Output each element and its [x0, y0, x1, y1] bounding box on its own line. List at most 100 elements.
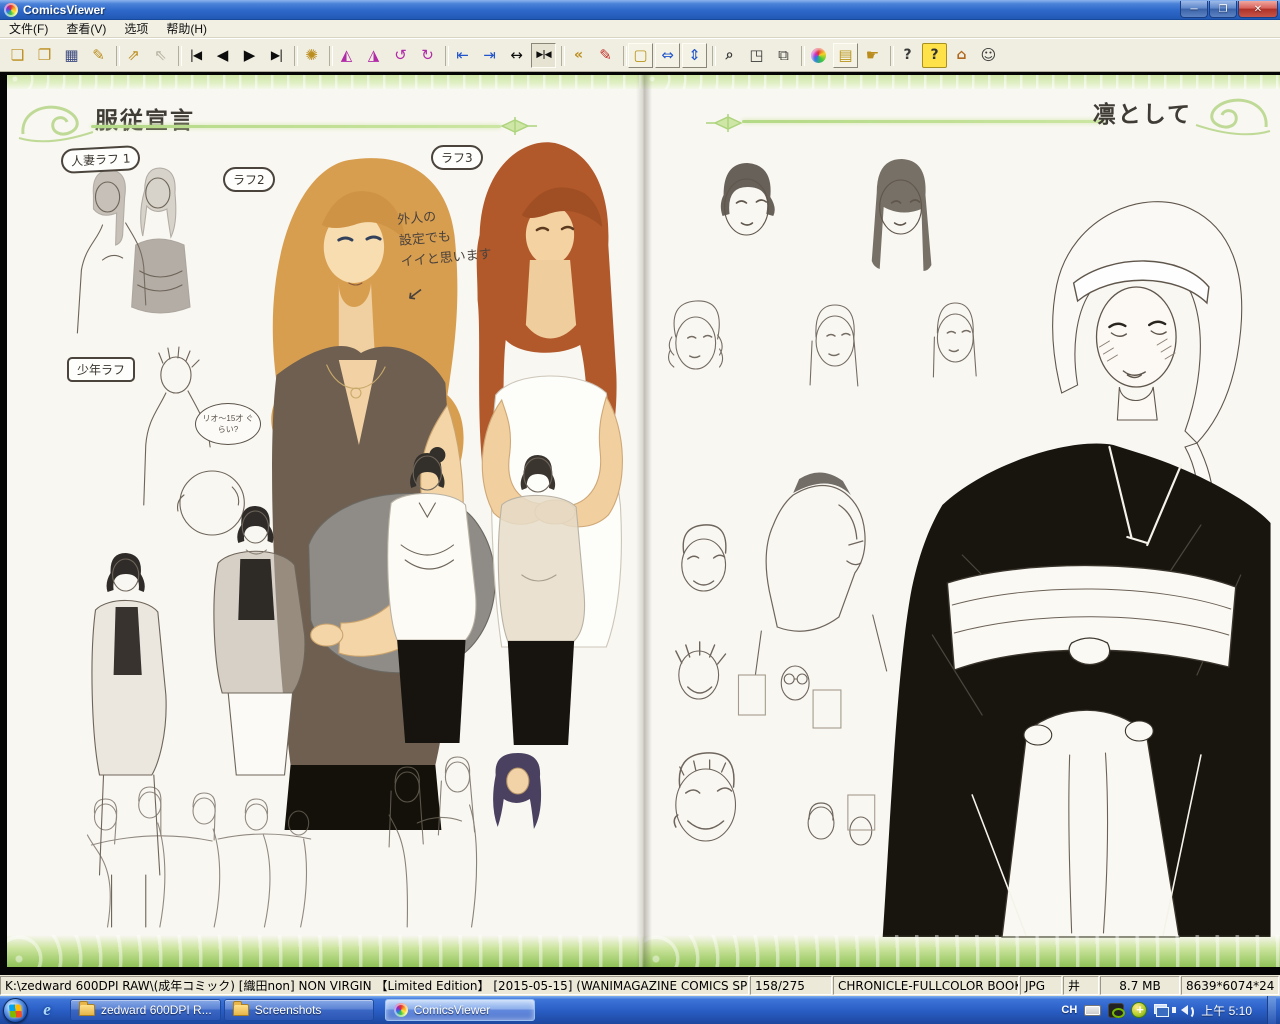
- keyboard-layout-icon[interactable]: [1084, 1005, 1101, 1016]
- window-title: ComicsViewer: [23, 3, 105, 17]
- toolbar-open-file-new[interactable]: ❐: [32, 43, 57, 68]
- close-button[interactable]: ✕: [1238, 1, 1278, 18]
- status-page-position: 158/275: [750, 976, 832, 995]
- toolbar-flip-vertical[interactable]: ◮: [361, 43, 386, 68]
- toolbar-last-page[interactable]: ▶|: [264, 43, 289, 68]
- menu-view[interactable]: 查看(V): [57, 19, 115, 38]
- toolbar-prev-volume[interactable]: «: [566, 43, 591, 68]
- taskbar-button-folder-2[interactable]: Screenshots: [224, 999, 374, 1021]
- toolbar-rotate-left[interactable]: ↺: [388, 43, 413, 68]
- toolbar-extract-disabled[interactable]: ⇖: [148, 43, 173, 68]
- toolbar-save-image[interactable]: ▦: [59, 43, 84, 68]
- taskbar-button-label: zedward 600DPI R...: [101, 1003, 212, 1017]
- toolbar-view-fit-height[interactable]: ⇕: [682, 43, 707, 68]
- toolbar-home[interactable]: ⌂: [949, 43, 974, 68]
- ornamental-band-top: [7, 75, 644, 89]
- volume-tray-icon[interactable]: [1176, 1005, 1188, 1015]
- status-book-name: CHRONICLE-FULLCOLOR BOOKLET-SID: [833, 976, 1019, 995]
- network-tray-icon[interactable]: [1154, 1004, 1169, 1017]
- right-page: 凛として: [644, 75, 1280, 967]
- header-rule-right: [742, 120, 1104, 123]
- menu-help[interactable]: 帮助(H): [157, 19, 216, 38]
- toolbar-scroll-left[interactable]: ⇤: [450, 43, 475, 68]
- toolbar-context-help[interactable]: ?: [922, 43, 947, 68]
- internet-explorer-quicklaunch-icon[interactable]: e: [36, 999, 58, 1021]
- start-button[interactable]: [3, 998, 28, 1023]
- toolbar-background-color[interactable]: ▤: [833, 43, 858, 68]
- rule-end-ornament-left: [499, 116, 539, 136]
- toolbar-archive-manage[interactable]: ✎: [86, 43, 111, 68]
- title-bar: ComicsViewer ─ ❐ ✕: [0, 0, 1280, 20]
- system-tray: CH 上午 5:10: [1061, 996, 1280, 1024]
- scanned-page-image: 服従宣言 人妻ラフ 1 ラフ2 ラフ3 少年ラフ 外人の 設定でも イイと思いま…: [7, 75, 1280, 967]
- rule-end-ornament-right: [704, 113, 744, 133]
- menu-bar: 文件(F) 查看(V) 选项 帮助(H): [0, 20, 1280, 38]
- status-bar: K:\zedward 600DPI RAW\(成年コミック) [織田non] N…: [0, 975, 1280, 996]
- toolbar-color-adjust[interactable]: [806, 43, 831, 68]
- taskbar-button-comicsviewer[interactable]: ComicsViewer: [385, 999, 535, 1021]
- toolbar-open-archive[interactable]: ❏: [5, 43, 30, 68]
- toolbar-window-cascade[interactable]: ⧉: [771, 43, 796, 68]
- folder-icon: [79, 1004, 95, 1016]
- toolbar-auto-advance[interactable]: ☛: [860, 43, 885, 68]
- toolbar-prev-page[interactable]: ◀: [210, 43, 235, 68]
- right-page-title: 凛として: [1093, 95, 1192, 129]
- toolbar-fit-facing-pages[interactable]: ▶|◀: [531, 43, 556, 68]
- left-page-artwork: [7, 75, 644, 967]
- status-image-dimensions: 8639*6074*24: [1181, 976, 1279, 995]
- toolbar-first-page[interactable]: |◀: [183, 43, 208, 68]
- folder-icon: [233, 1004, 249, 1016]
- toolbar-view-original-size[interactable]: ▢: [628, 43, 653, 68]
- image-viewer[interactable]: 服従宣言 人妻ラフ 1 ラフ2 ラフ3 少年ラフ 外人の 設定でも イイと思いま…: [0, 72, 1280, 975]
- toolbar-view-fit-width[interactable]: ⇔: [655, 43, 680, 68]
- label-rough-3: ラフ3: [431, 145, 483, 170]
- status-file-size: 8.7 MB: [1100, 976, 1180, 995]
- toolbar-about[interactable]: ☺: [976, 43, 1001, 68]
- antivirus-tray-icon[interactable]: [1131, 1002, 1147, 1018]
- ornamental-band-bottom: [644, 935, 1280, 967]
- minimize-button[interactable]: ─: [1180, 1, 1208, 18]
- toolbar-browse-new-window[interactable]: ✺: [299, 43, 324, 68]
- left-page: 服従宣言 人妻ラフ 1 ラフ2 ラフ3 少年ラフ 外人の 設定でも イイと思いま…: [7, 75, 644, 967]
- restore-button[interactable]: ❐: [1209, 1, 1237, 18]
- app-icon: [4, 3, 18, 17]
- toolbar-edit-volume[interactable]: ✎: [593, 43, 618, 68]
- toolbar-scroll-right[interactable]: ⇥: [477, 43, 502, 68]
- note-arrow: ↙: [405, 280, 425, 307]
- label-boy-rough: 少年ラフ: [67, 357, 135, 382]
- language-indicator[interactable]: CH: [1061, 1004, 1077, 1016]
- right-page-artwork: [644, 75, 1280, 967]
- status-image-format: JPG: [1020, 976, 1062, 995]
- comicsviewer-icon: [394, 1003, 408, 1017]
- toolbar-stretch-width[interactable]: ↔: [504, 43, 529, 68]
- speech-bubble: リオ～15才 ぐらい?: [195, 403, 261, 445]
- taskbar-button-folder-1[interactable]: zedward 600DPI R...: [70, 999, 221, 1021]
- toolbar-next-page[interactable]: ▶: [237, 43, 262, 68]
- clock[interactable]: 上午 5:10: [1197, 1002, 1260, 1019]
- taskbar: e zedward 600DPI R... Screenshots Comics…: [0, 996, 1280, 1024]
- toolbar: ❏ ❐ ▦ ✎ ⇗ ⇖ |◀ ◀ ▶ ▶|: [0, 38, 1280, 72]
- toolbar-extract-archive[interactable]: ⇗: [121, 43, 146, 68]
- nvidia-tray-icon[interactable]: [1108, 1003, 1124, 1018]
- label-wife-rough: 人妻ラフ 1: [60, 145, 141, 174]
- toolbar-zoom[interactable]: ⌕: [717, 43, 742, 68]
- status-flag: 井: [1063, 976, 1099, 995]
- toolbar-resize-window[interactable]: ◳: [744, 43, 769, 68]
- label-rough-2: ラフ2: [223, 167, 275, 192]
- menu-options[interactable]: 选项: [115, 19, 157, 38]
- taskbar-button-label: ComicsViewer: [414, 1003, 490, 1017]
- menu-file[interactable]: 文件(F): [0, 19, 57, 38]
- status-file-path: K:\zedward 600DPI RAW\(成年コミック) [織田non] N…: [0, 976, 749, 995]
- left-page-title: 服従宣言: [95, 101, 195, 135]
- toolbar-help[interactable]: ?: [895, 43, 920, 68]
- header-rule-left: [91, 125, 501, 128]
- ornamental-band-top: [644, 75, 1280, 89]
- taskbar-button-label: Screenshots: [255, 1003, 322, 1017]
- ornamental-band-bottom: [7, 935, 644, 967]
- toolbar-flip-horizontal[interactable]: ◭: [334, 43, 359, 68]
- toolbar-rotate-right[interactable]: ↻: [415, 43, 440, 68]
- flourish-ornament-left: [17, 98, 95, 144]
- flourish-ornament-right: [1194, 91, 1272, 137]
- show-desktop-button[interactable]: [1267, 996, 1276, 1024]
- handwritten-note: 外人の 設定でも イイと思います: [396, 203, 492, 273]
